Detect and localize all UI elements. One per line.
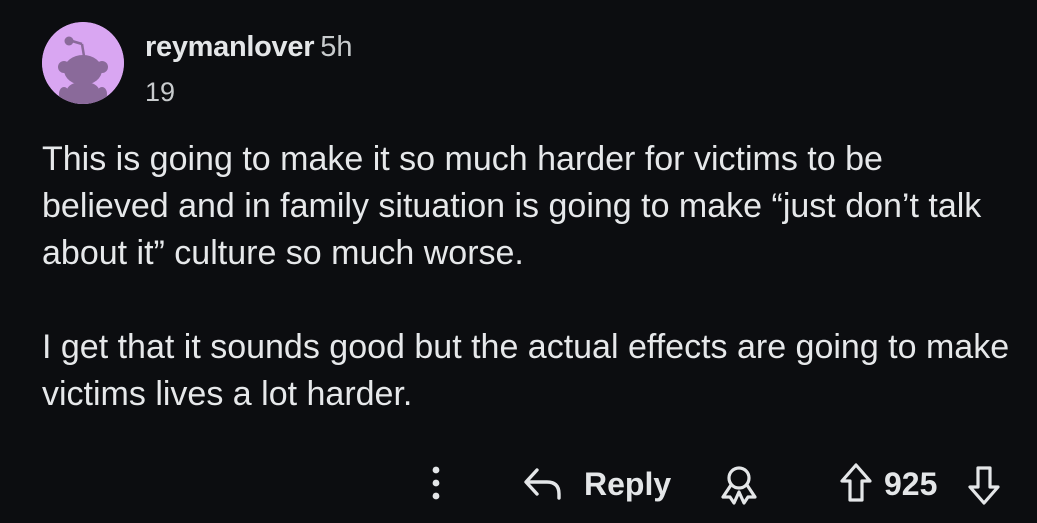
comment-timestamp: 5h (320, 31, 353, 63)
author-username[interactable]: reymanlover (145, 31, 314, 63)
award-icon[interactable] (717, 463, 761, 505)
comment-score: 19 (145, 77, 176, 107)
upvote-arrow-icon[interactable] (838, 462, 874, 504)
user-avatar[interactable] (42, 22, 124, 104)
vote-count: 925 (884, 466, 938, 502)
reply-arrow-icon (524, 468, 561, 500)
comment-actions: Reply 925 (0, 452, 1037, 512)
comment-paragraph: I get that it sounds good but the actual… (42, 328, 1010, 413)
more-vertical-icon[interactable] (425, 463, 447, 503)
snoo-avatar-icon (42, 22, 124, 104)
comment-paragraph: This is going to make it so much harder … (42, 140, 982, 272)
comment-body: This is going to make it so much harder … (42, 136, 1017, 418)
comment-meta: reymanlover 5h (145, 30, 352, 64)
downvote-arrow-icon[interactable] (966, 464, 1002, 506)
reply-label: Reply (584, 466, 672, 502)
